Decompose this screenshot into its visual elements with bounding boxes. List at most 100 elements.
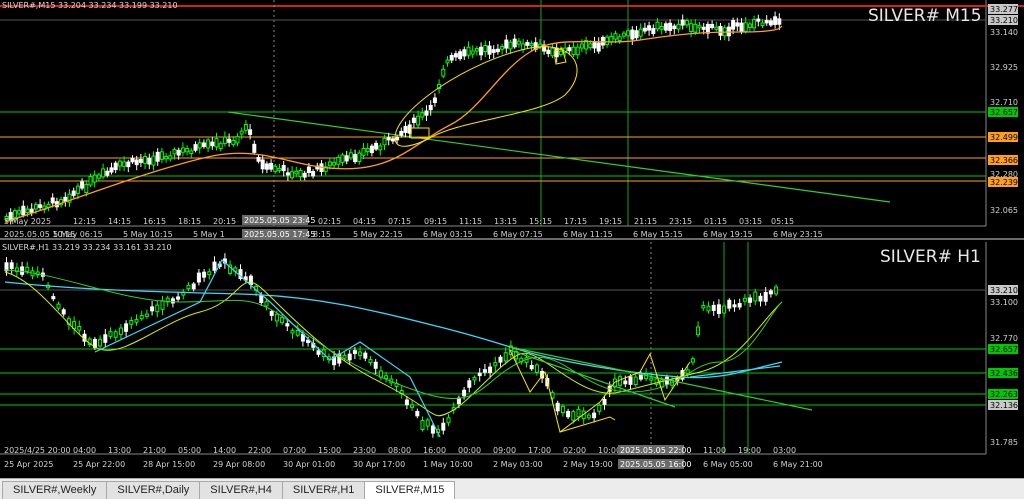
m15-candle xyxy=(277,167,282,171)
h1-candle xyxy=(555,402,560,412)
m15-candle xyxy=(655,21,660,30)
m15-candle xyxy=(130,157,135,163)
m15-price-label: 33.140 xyxy=(990,28,1018,37)
m15-date-label: 5 May 06:15 xyxy=(53,230,103,239)
h1-candle xyxy=(108,331,113,337)
m15-candle xyxy=(642,27,647,32)
h1-chart-pane[interactable]: 33.210 33.100 32.770 32.657 32.436 32.263 32.1… xyxy=(0,242,1024,478)
h1-chart-canvas[interactable]: 33.210 33.100 32.770 32.657 32.436 32.263 32.1… xyxy=(0,242,1024,478)
m15-candle xyxy=(390,138,395,142)
m15-candle xyxy=(285,172,290,176)
h1-price-tag: 32.436 xyxy=(990,369,1018,378)
h1-time-label: 04:00 xyxy=(73,446,96,455)
h1-candle xyxy=(748,297,753,303)
m15-candle xyxy=(605,36,610,45)
m15-chart-canvas[interactable]: 33.277 33.210 33.140 32.925 32.71032.657 32.4… xyxy=(0,0,1024,240)
m15-time-label: 12:15 xyxy=(73,217,96,226)
m15-date-label: 6 May 11:15 xyxy=(563,230,613,239)
h1-candle xyxy=(103,334,108,343)
m15-candle xyxy=(206,139,211,149)
m15-candle xyxy=(458,51,463,60)
m15-chart-pane[interactable]: 33.277 33.210 33.140 32.925 32.710 32.657 32.4… xyxy=(0,0,1024,240)
m15-candle xyxy=(521,43,526,51)
h1-candle xyxy=(477,372,482,377)
m15-time-label: 02:15 xyxy=(318,217,341,226)
h1-candle xyxy=(410,404,415,408)
m15-price-tag: 32.657 xyxy=(990,108,1018,117)
tab-weekly[interactable]: SILVER#,Weekly xyxy=(2,481,108,499)
h1-candle xyxy=(696,326,701,336)
h1-candle xyxy=(763,291,768,302)
m15-candle xyxy=(466,46,471,56)
h1-time-label: 07:00 xyxy=(283,446,306,455)
h1-drawn-path xyxy=(559,416,616,433)
m15-candle xyxy=(579,43,584,49)
m15-time-label: 05:15 xyxy=(771,217,794,226)
m15-candle xyxy=(558,50,563,56)
m15-candle xyxy=(340,154,345,163)
h1-candle xyxy=(618,376,623,386)
m15-time-label: 23:15 xyxy=(669,217,692,226)
h1-candle xyxy=(456,397,461,405)
m15-candle xyxy=(302,172,307,178)
tab-h4[interactable]: SILVER#,H4 xyxy=(199,481,283,499)
m15-candle xyxy=(290,171,295,179)
m15-candle xyxy=(714,26,719,30)
h1-candle xyxy=(144,313,149,317)
h1-candle xyxy=(51,296,56,300)
h1-date-label: 1 May 10:00 xyxy=(423,460,473,469)
h1-candle xyxy=(711,304,716,311)
h1-candle xyxy=(493,362,498,367)
h1-candle xyxy=(576,408,581,418)
h1-candle xyxy=(462,389,467,397)
m15-candle xyxy=(243,124,248,131)
h1-date-label: 29 Apr 08:00 xyxy=(213,460,265,469)
h1-date-label: 2 May 19:00 xyxy=(563,460,613,469)
h1-candle xyxy=(441,422,446,431)
m15-candle xyxy=(332,161,337,166)
h1-cursor-time: 2025.05.05 16:00 xyxy=(620,460,691,469)
m15-candle xyxy=(764,19,769,24)
h1-candle xyxy=(623,380,628,385)
h1-date-label: 6 May 21:00 xyxy=(773,460,823,469)
tab-m15[interactable]: SILVER#,M15 xyxy=(364,481,456,499)
m15-candle xyxy=(621,32,626,37)
m15-candle xyxy=(159,151,164,160)
m15-candle xyxy=(420,112,425,118)
m15-time-label: 13:15 xyxy=(494,217,517,226)
h1-trend-line xyxy=(509,346,813,411)
h1-candle xyxy=(368,359,373,364)
h1-candle xyxy=(498,356,503,363)
m15-candle xyxy=(172,149,177,155)
h1-candle xyxy=(633,376,638,386)
m15-candle xyxy=(143,156,148,164)
h1-candle xyxy=(430,425,435,434)
m15-candle xyxy=(227,138,232,143)
tab-daily[interactable]: SILVER#,Daily xyxy=(106,481,201,499)
m15-candle xyxy=(29,208,34,213)
h1-candle xyxy=(25,266,30,272)
h1-header: SILVER#,H1 33.219 33.234 33.161 33.210 xyxy=(2,243,172,252)
m15-candle xyxy=(122,161,127,167)
m15-time-label: 14:15 xyxy=(108,217,131,226)
m15-candle xyxy=(697,25,702,29)
h1-time-label: 23:00 xyxy=(353,446,376,455)
tab-h1[interactable]: SILVER#,H1 xyxy=(281,481,366,499)
m15-candle xyxy=(680,19,685,26)
m15-candle xyxy=(197,142,202,149)
m15-price-tag: 33.210 xyxy=(990,16,1018,25)
m15-candle xyxy=(382,137,387,146)
m15-candle xyxy=(512,38,517,48)
h1-time-label: 03:00 xyxy=(773,446,796,455)
m15-date-label: 6 May 19:15 xyxy=(703,230,753,239)
m15-candle xyxy=(647,25,652,31)
m15-candle xyxy=(529,43,534,47)
m15-candle xyxy=(273,165,278,173)
m15-candle xyxy=(739,22,744,32)
m15-candle xyxy=(588,43,593,49)
h1-candle xyxy=(150,306,155,312)
h1-time-label: 08:00 xyxy=(388,446,411,455)
m15-candle xyxy=(668,22,673,31)
m15-price-tag: 32.366 xyxy=(990,156,1018,165)
h1-candle xyxy=(139,315,144,320)
